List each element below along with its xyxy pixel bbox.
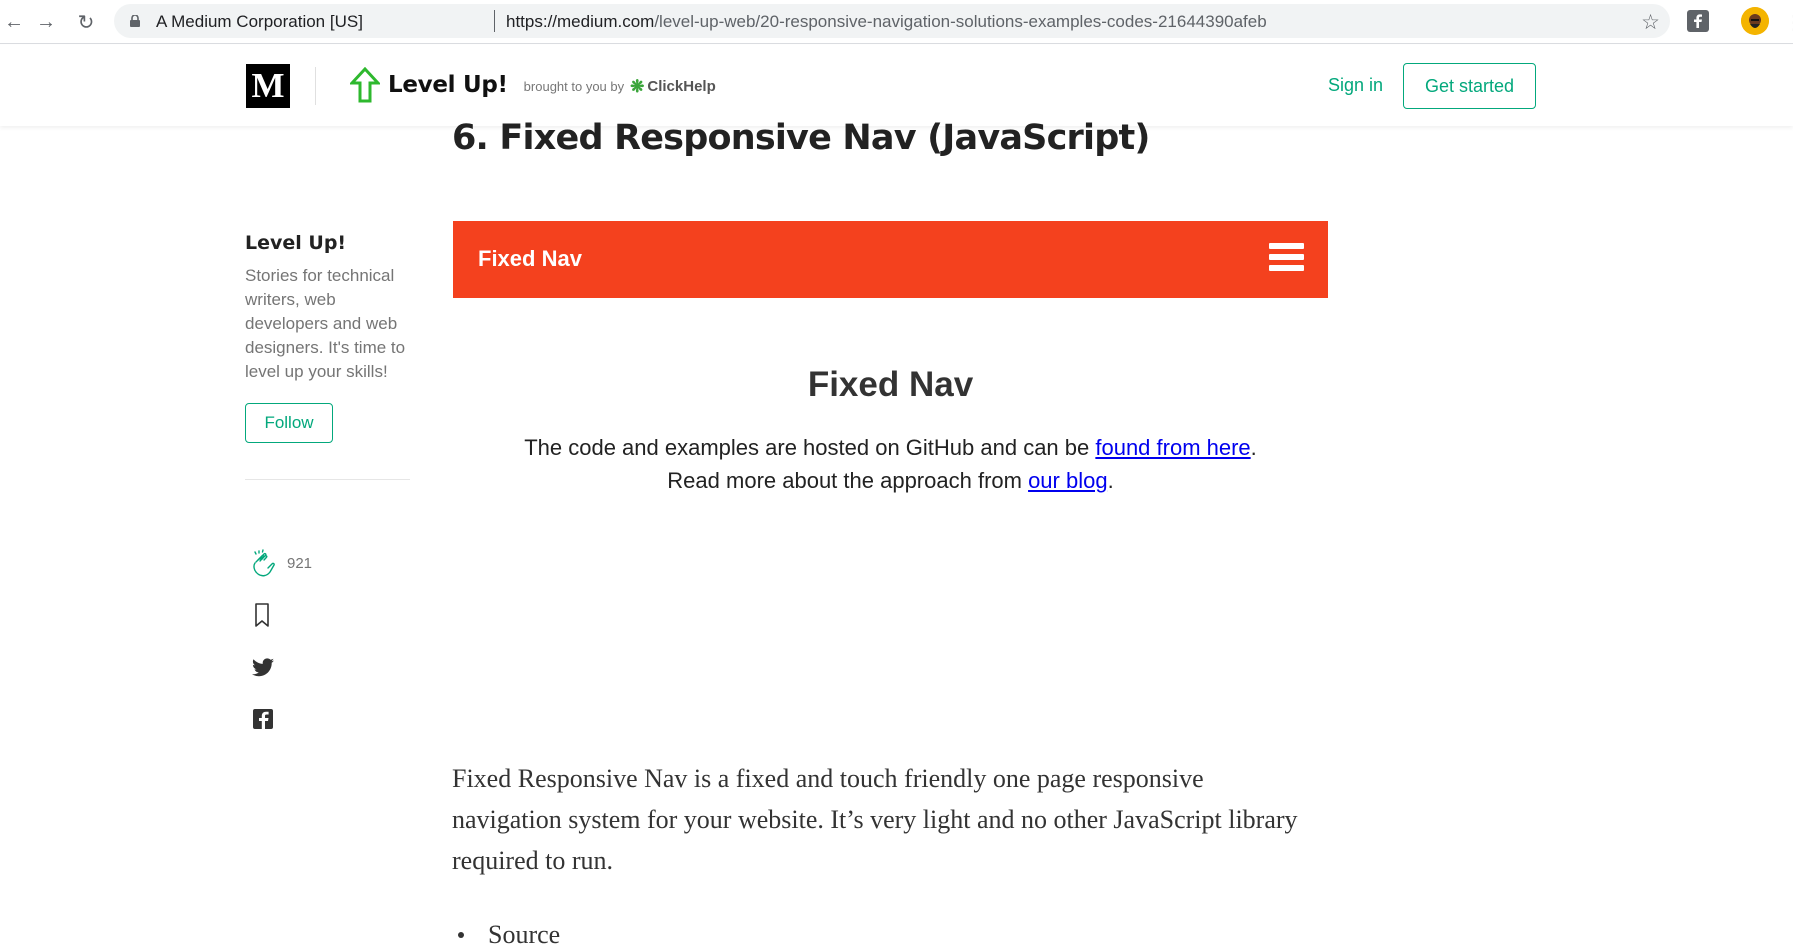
- get-started-button[interactable]: Get started: [1403, 63, 1536, 109]
- sidebar-publication-title[interactable]: Level Up!: [245, 232, 410, 254]
- facebook-icon[interactable]: [247, 703, 279, 735]
- sidebar-divider: [245, 479, 410, 480]
- brought-by-text: brought to you by: [523, 79, 625, 94]
- clap-count: 921: [287, 554, 313, 572]
- forward-icon[interactable]: →: [32, 8, 60, 36]
- demo-fixed-nav-bar: Fixed Nav: [453, 221, 1328, 298]
- twitter-icon[interactable]: [247, 651, 279, 683]
- header-divider: [315, 67, 316, 105]
- back-icon[interactable]: ←: [0, 8, 28, 36]
- follow-button[interactable]: Follow: [245, 403, 333, 443]
- demo-line-2: Read more about the approach from our bl…: [667, 468, 1114, 493]
- url-text[interactable]: https://medium.com/level-up-web/20-respo…: [506, 12, 1267, 32]
- lock-icon: [130, 15, 140, 27]
- facebook-share-action[interactable]: [247, 704, 367, 734]
- star-icon[interactable]: ☆: [1641, 10, 1660, 35]
- site-identity: A Medium Corporation [US]: [156, 12, 363, 31]
- facebook-extension-icon[interactable]: [1687, 10, 1709, 32]
- clap-action[interactable]: 921: [247, 548, 367, 578]
- hamburger-menu-icon[interactable]: [1269, 243, 1304, 273]
- demo-nav-logo[interactable]: Fixed Nav: [478, 246, 582, 272]
- up-arrow-icon: [350, 67, 380, 103]
- sign-in-link[interactable]: Sign in: [1328, 75, 1383, 96]
- address-divider: [494, 10, 495, 32]
- sponsor-logo: ❋ ClickHelp: [630, 77, 716, 97]
- address-bar[interactable]: A Medium Corporation [US] https://medium…: [114, 4, 1670, 38]
- publication-logo[interactable]: Level Up! brought to you by ❋ ClickHelp: [350, 65, 716, 105]
- article-paragraph: Fixed Responsive Nav is a fixed and touc…: [452, 764, 1298, 875]
- section-heading: 6. Fixed Responsive Nav (JavaScript): [452, 118, 1150, 158]
- bookmark-icon[interactable]: [247, 599, 279, 631]
- sponsor-spark-icon: ❋: [630, 76, 645, 96]
- demo-description: The code and examples are hosted on GitH…: [453, 431, 1328, 497]
- menu-icon[interactable]: ⋮: [1784, 10, 1793, 35]
- publication-name: Level Up!: [388, 72, 508, 98]
- medium-logo[interactable]: M: [246, 64, 290, 108]
- bullet-dot: [458, 932, 464, 939]
- our-blog-link[interactable]: our blog: [1028, 468, 1108, 493]
- sidebar-publication-description: Stories for technical writers, web devel…: [245, 266, 406, 381]
- profile-avatar[interactable]: [1741, 7, 1769, 35]
- site-header: M Level Up! brought to you by ❋ ClickHel…: [0, 45, 1793, 126]
- found-from-here-link[interactable]: found from here: [1095, 435, 1250, 460]
- source-link[interactable]: Source: [488, 920, 560, 947]
- demo-heading: Fixed Nav: [807, 365, 974, 404]
- clap-icon[interactable]: [247, 547, 279, 579]
- bookmark-action[interactable]: [247, 600, 367, 630]
- article-actions: 921: [247, 548, 367, 756]
- reload-icon[interactable]: ↻: [72, 8, 100, 36]
- demo-line-1: The code and examples are hosted on GitH…: [524, 435, 1257, 460]
- publication-sidebar: Level Up! Stories for technical writers,…: [245, 232, 410, 480]
- twitter-share-action[interactable]: [247, 652, 367, 682]
- sponsor-name: ClickHelp: [647, 78, 716, 95]
- browser-toolbar: ← → ↻ A Medium Corporation [US] https://…: [0, 0, 1793, 44]
- list-item: Source: [458, 920, 560, 947]
